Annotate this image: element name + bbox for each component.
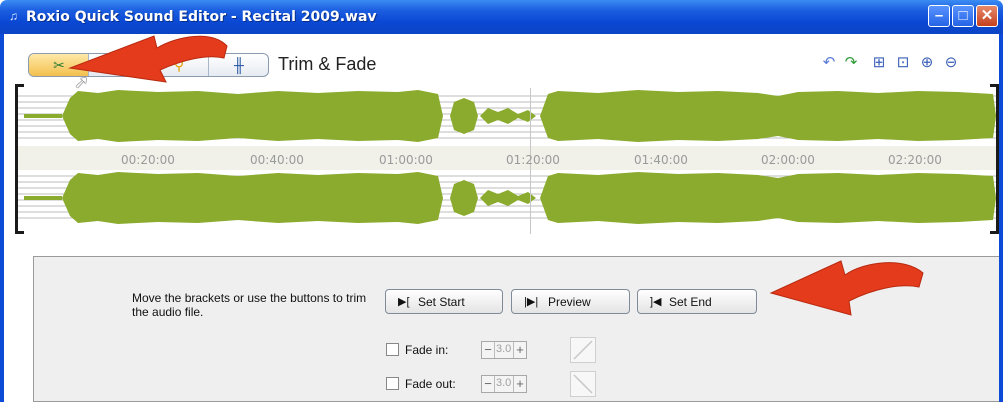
increment-icon[interactable]: + — [513, 342, 526, 358]
timeline-tick: 01:00:00 — [379, 153, 433, 167]
mouse-cursor-icon: ➚ — [74, 72, 90, 92]
preview-label: Preview — [548, 295, 591, 309]
fade-in-checkbox[interactable] — [386, 343, 399, 356]
set-start-button[interactable]: ▶[ Set Start — [385, 289, 503, 314]
undo-icon[interactable]: ↶ — [820, 54, 838, 72]
redo-icon[interactable]: ↷ — [842, 54, 860, 72]
timeline-tick: 00:40:00 — [250, 153, 304, 167]
set-start-label: Set Start — [418, 295, 465, 309]
set-start-icon: ▶[ — [398, 296, 410, 308]
fade-in-stepper[interactable]: − 3.0 + — [481, 341, 527, 359]
minimize-icon: – — [934, 7, 944, 24]
fade-out-label: Fade out: — [405, 377, 456, 391]
fade-out-value: 3.0 — [496, 377, 512, 389]
minimize-button[interactable]: – — [928, 5, 950, 27]
zoom-selection-icon[interactable]: ⊞ — [870, 54, 888, 72]
equalizer-icon: ╫ — [234, 57, 244, 73]
close-icon: ✕ — [980, 7, 994, 24]
headphones-icon: ♫ — [9, 9, 18, 23]
set-end-icon: ]◀ — [650, 296, 662, 308]
maximize-icon: □ — [958, 7, 968, 24]
fade-in-label: Fade in: — [405, 343, 449, 357]
trim-end-bracket[interactable] — [990, 84, 999, 234]
trim-start-bracket[interactable] — [15, 84, 24, 234]
timeline-tick: 01:40:00 — [634, 153, 688, 167]
zoom-fit-icon[interactable]: ⊡ — [894, 54, 912, 72]
preview-icon: |▶| — [524, 296, 539, 308]
fade-in-curve-icon — [570, 337, 596, 363]
zoom-out-icon[interactable]: ⊖ — [942, 54, 960, 72]
zoom-in-icon[interactable]: ⊕ — [918, 54, 936, 72]
set-end-label: Set End — [669, 295, 712, 309]
preview-button[interactable]: |▶| Preview — [511, 289, 630, 314]
decrement-icon[interactable]: − — [482, 376, 495, 392]
fade-out-curve-icon — [570, 371, 596, 397]
fade-out-checkbox[interactable] — [386, 377, 399, 390]
instructions-text: Move the brackets or use the buttons to … — [132, 291, 367, 319]
mode-title: Trim & Fade — [278, 54, 377, 74]
window-frame-right — [999, 34, 1003, 402]
set-end-button[interactable]: ]◀ Set End — [637, 289, 757, 314]
fade-out-stepper[interactable]: − 3.0 + — [481, 375, 527, 393]
timeline-tick: 01:20:00 — [506, 153, 560, 167]
fade-in-value: 3.0 — [496, 343, 512, 355]
window-title: Roxio Quick Sound Editor - Recital 2009.… — [26, 9, 377, 25]
timeline-tick: 02:00:00 — [761, 153, 815, 167]
timeline-tick: 00:20:00 — [121, 153, 175, 167]
increment-icon[interactable]: + — [513, 376, 526, 392]
maximize-button[interactable]: □ — [952, 5, 974, 27]
decrement-icon[interactable]: − — [482, 342, 495, 358]
annotation-arrow-bottom — [769, 260, 924, 316]
timeline-tick: 02:20:00 — [888, 153, 942, 167]
close-button[interactable]: ✕ — [976, 5, 998, 27]
